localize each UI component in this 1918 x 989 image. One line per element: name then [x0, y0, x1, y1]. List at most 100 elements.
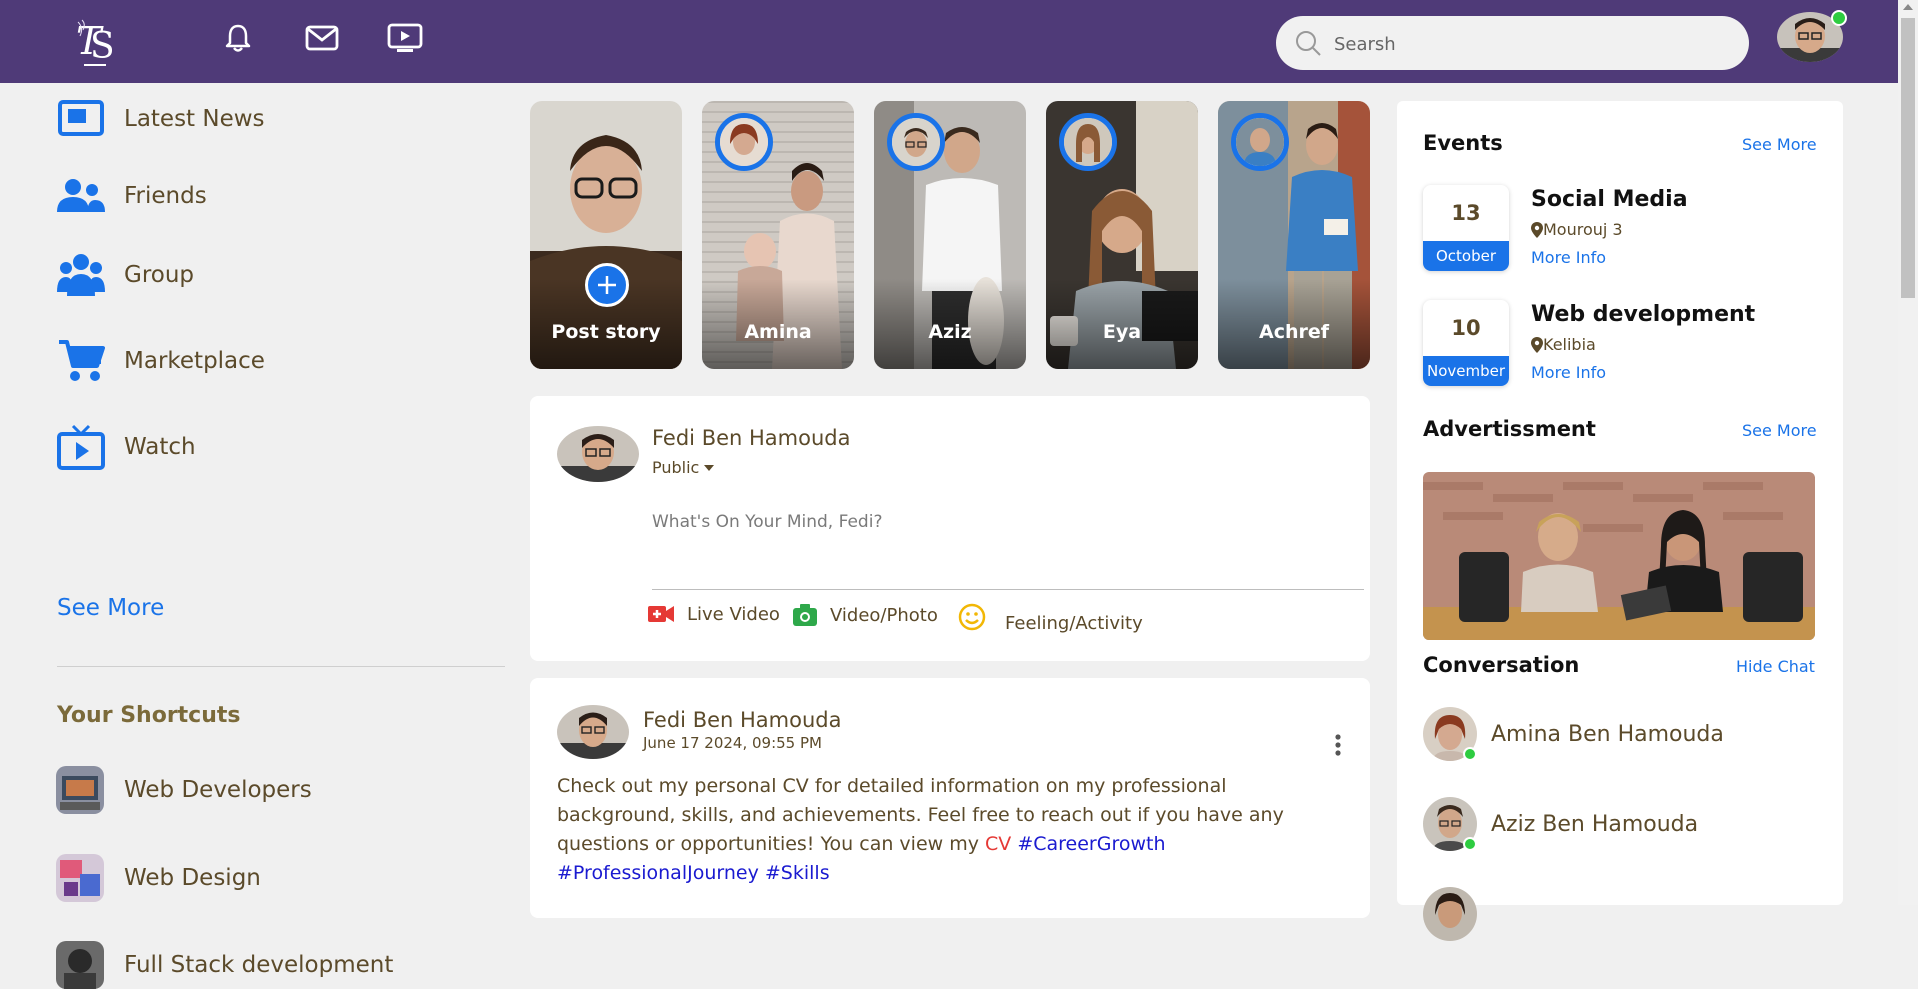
conversation-heading: Conversation — [1423, 653, 1580, 677]
shortcut-full-stack[interactable]: Full Stack development — [56, 941, 393, 989]
story-label: Amina — [744, 321, 812, 343]
group-icon — [56, 250, 106, 300]
post-card: Fedi Ben Hamouda June 17 2024, 09:55 PM … — [530, 678, 1370, 918]
events-see-more-link[interactable]: See More — [1742, 135, 1817, 154]
story-avatar-ring — [1231, 113, 1289, 171]
news-icon — [56, 94, 106, 144]
story-card-amina[interactable]: Amina — [702, 101, 854, 369]
scroll-up-arrow-icon[interactable] — [1903, 4, 1913, 10]
live-video-button[interactable]: Live Video — [647, 603, 780, 625]
video-play-icon[interactable] — [385, 20, 425, 56]
hashtag-link[interactable]: #Skills — [765, 862, 830, 884]
location-pin-icon — [1531, 221, 1543, 238]
add-story-button[interactable] — [585, 263, 629, 307]
contact-avatar — [1423, 887, 1477, 941]
post-author-avatar[interactable] — [557, 705, 629, 759]
ads-see-more-link[interactable]: See More — [1742, 421, 1817, 440]
create-post-card: Fedi Ben Hamouda Public What's On Your M… — [530, 396, 1370, 661]
shortcut-label: Web Design — [124, 865, 261, 891]
event-location: Kelibia — [1531, 335, 1596, 354]
scrollbar-thumb[interactable] — [1901, 18, 1915, 298]
caret-down-icon — [704, 464, 715, 471]
hashtag-link[interactable]: #ProfessionalJourney — [557, 862, 759, 884]
shortcut-thumbnail — [56, 854, 104, 902]
event-date-badge: 13 October — [1423, 185, 1509, 271]
post-body: Check out my personal CV for detailed in… — [557, 772, 1327, 888]
mail-icon[interactable] — [302, 20, 342, 56]
story-avatar-ring — [887, 113, 945, 171]
advertisement-image[interactable] — [1423, 472, 1815, 640]
top-navbar: T S — [0, 0, 1898, 83]
chat-contact[interactable]: Aziz Ben Hamouda — [1423, 797, 1698, 851]
shortcut-web-design[interactable]: Web Design — [56, 854, 261, 902]
event-title: Web development — [1531, 302, 1756, 327]
more-options-icon[interactable] — [1334, 734, 1342, 760]
live-video-icon — [648, 606, 674, 622]
events-heading: Events — [1423, 131, 1503, 155]
online-status-dot — [1463, 747, 1477, 761]
event-month: October — [1423, 241, 1509, 271]
sidebar-item-group[interactable]: Group — [56, 250, 194, 300]
search-icon — [1294, 29, 1322, 61]
chat-contact[interactable]: Amina Ben Hamouda — [1423, 707, 1724, 761]
sidebar-item-watch[interactable]: Watch — [56, 422, 196, 472]
post-author-name[interactable]: Fedi Ben Hamouda — [643, 708, 841, 732]
sidebar-item-label: Latest News — [124, 106, 265, 132]
privacy-selector[interactable]: Public — [652, 458, 715, 477]
event-more-info-link[interactable]: More Info — [1531, 248, 1606, 267]
contact-name: Amina Ben Hamouda — [1491, 721, 1724, 747]
cv-link[interactable]: CV — [985, 833, 1011, 855]
sidebar-divider — [57, 666, 505, 667]
left-sidebar: Latest News Friends Group Marketplace Wa… — [0, 83, 520, 989]
story-label: Post story — [551, 321, 661, 343]
site-logo[interactable]: T S — [70, 14, 120, 70]
camera-icon — [793, 604, 817, 626]
cart-icon — [56, 336, 106, 386]
story-avatar-ring — [715, 113, 773, 171]
sidebar-item-label: Friends — [124, 183, 207, 209]
story-card-eya[interactable]: Eya — [1046, 101, 1198, 369]
event-month: November — [1423, 356, 1509, 386]
story-card-post[interactable]: Post story — [530, 101, 682, 369]
contact-avatar — [1423, 797, 1477, 851]
post-input[interactable]: What's On Your Mind, Fedi? — [652, 512, 882, 532]
post-text: Check out my personal CV for detailed in… — [557, 775, 1284, 855]
video-photo-button[interactable]: Video/Photo — [792, 603, 938, 627]
bell-icon[interactable] — [218, 20, 258, 56]
search-bar — [1276, 16, 1749, 70]
sidebar-item-marketplace[interactable]: Marketplace — [56, 336, 265, 386]
privacy-label: Public — [652, 458, 700, 477]
contact-name: Aziz Ben Hamouda — [1491, 811, 1699, 837]
story-card-aziz[interactable]: Aziz — [874, 101, 1026, 369]
action-label: Video/Photo — [830, 604, 938, 626]
shortcut-thumbnail — [56, 766, 104, 814]
user-avatar — [557, 426, 639, 482]
shortcut-label: Web Developers — [124, 777, 312, 803]
story-label: Eya — [1102, 321, 1142, 343]
hashtag-link[interactable]: #CareerGrowth — [1017, 833, 1165, 855]
shortcut-thumbnail — [56, 941, 104, 989]
online-status-dot — [1463, 837, 1477, 851]
sidebar-item-label: Watch — [124, 434, 196, 460]
story-card-achref[interactable]: Achref — [1218, 101, 1370, 369]
shortcuts-heading: Your Shortcuts — [57, 703, 241, 728]
event-day: 13 — [1451, 201, 1481, 225]
see-more-link[interactable]: See More — [57, 595, 164, 621]
hide-chat-link[interactable]: Hide Chat — [1736, 657, 1815, 676]
shortcut-web-developers[interactable]: Web Developers — [56, 766, 312, 814]
chat-contact[interactable] — [1423, 887, 1477, 941]
action-label: Feeling/Activity — [1005, 613, 1143, 634]
friends-icon — [56, 171, 106, 221]
sidebar-item-label: Group — [124, 262, 195, 288]
search-input[interactable] — [1332, 26, 1726, 62]
sidebar-item-friends[interactable]: Friends — [56, 171, 207, 221]
story-label: Achref — [1258, 321, 1330, 343]
event-day: 10 — [1451, 316, 1481, 340]
story-label: Aziz — [928, 321, 972, 343]
contact-avatar — [1423, 707, 1477, 761]
sidebar-item-latest-news[interactable]: Latest News — [56, 94, 265, 144]
event-more-info-link[interactable]: More Info — [1531, 363, 1606, 382]
post-author-name: Fedi Ben Hamouda — [652, 426, 851, 450]
feeling-activity-button[interactable]: Feeling/Activity — [957, 599, 1143, 634]
event-location: Mourouj 3 — [1531, 220, 1623, 239]
